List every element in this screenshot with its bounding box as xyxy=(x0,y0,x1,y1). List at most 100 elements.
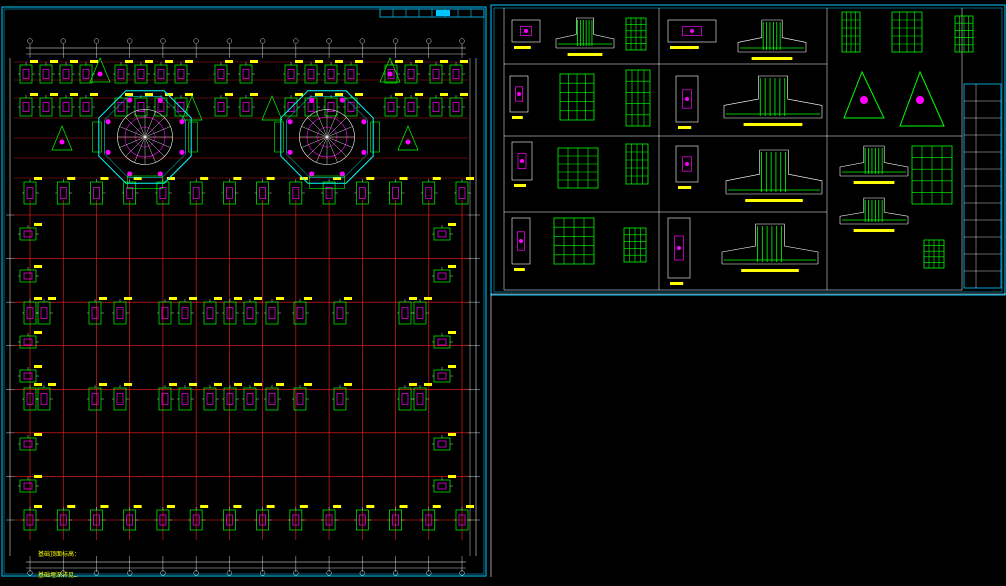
detail-section xyxy=(911,145,953,205)
footing xyxy=(383,60,403,84)
footing-plan-detail xyxy=(511,19,541,49)
footing xyxy=(87,383,107,411)
footing-elevation-detail xyxy=(725,149,823,202)
sheet-foundation-plan xyxy=(1,6,487,577)
footing xyxy=(222,383,242,411)
sheet-1-footings xyxy=(18,57,474,531)
footing xyxy=(213,93,233,117)
octagon-pit xyxy=(92,90,198,189)
footing xyxy=(403,60,423,84)
footing xyxy=(36,297,56,325)
footing xyxy=(323,60,343,84)
sheet-2-inner-frame xyxy=(493,7,1003,293)
footing xyxy=(121,177,142,205)
sheet-2-title-block xyxy=(963,83,1002,289)
footing xyxy=(428,60,448,84)
footing-elevation-detail xyxy=(839,197,909,232)
footing xyxy=(292,297,312,325)
footing-plan-detail xyxy=(511,141,533,187)
footing xyxy=(173,93,193,117)
footing xyxy=(254,177,275,205)
footing xyxy=(157,383,177,411)
footing xyxy=(242,383,262,411)
footing xyxy=(287,505,308,531)
footing xyxy=(177,297,197,325)
triangle-footing xyxy=(181,95,203,121)
sheet-1-frame xyxy=(1,6,487,577)
footing xyxy=(38,60,58,84)
footing xyxy=(58,93,78,117)
footing-plan-detail xyxy=(509,75,529,119)
footing xyxy=(202,297,222,325)
footing xyxy=(387,177,408,205)
sheet-1-dimensions xyxy=(6,38,480,576)
footing-elevation-detail xyxy=(723,75,823,126)
footing xyxy=(354,177,375,205)
footing xyxy=(238,60,258,84)
footing-plan-detail xyxy=(667,19,717,49)
footing-elevation-detail xyxy=(839,145,909,184)
footing xyxy=(332,297,352,325)
footing xyxy=(222,297,242,325)
footing xyxy=(321,505,342,531)
footing xyxy=(303,60,323,84)
footing xyxy=(36,383,56,411)
footing xyxy=(254,505,275,531)
footing xyxy=(88,505,109,531)
detail-section xyxy=(553,217,595,265)
sheet-1-octagon-pits xyxy=(92,90,380,189)
footing xyxy=(22,505,42,531)
footing xyxy=(343,60,363,84)
footing xyxy=(18,60,38,84)
footing xyxy=(432,223,456,241)
sheet-1-axis-grid xyxy=(14,61,468,540)
footing xyxy=(221,505,242,531)
footing xyxy=(22,383,42,411)
footing xyxy=(292,383,312,411)
detail-section xyxy=(623,227,647,263)
footing-elevation-detail xyxy=(721,223,819,272)
footing xyxy=(58,60,78,84)
note-line-1: 基础顶面标高： xyxy=(38,551,81,558)
footing xyxy=(78,60,98,84)
footing xyxy=(383,93,403,117)
detail-section xyxy=(891,11,923,53)
octagon-pit xyxy=(274,90,380,189)
detail-section xyxy=(557,147,599,189)
footing xyxy=(321,177,342,205)
detail-section xyxy=(625,69,651,127)
footing xyxy=(87,297,107,325)
footing-plan-detail xyxy=(675,75,699,129)
footing xyxy=(387,505,408,531)
footing-elevation-detail xyxy=(555,17,615,56)
cad-drawing-canvas[interactable] xyxy=(0,0,1006,577)
footing xyxy=(121,505,142,531)
footing xyxy=(153,60,173,84)
sheet-2-details xyxy=(509,11,974,285)
detail-section xyxy=(625,17,647,51)
detail-section xyxy=(625,143,649,185)
footing xyxy=(420,177,441,205)
footing xyxy=(188,505,209,531)
footing-elevation-detail xyxy=(737,19,807,60)
footing xyxy=(55,177,76,205)
detail-section xyxy=(841,11,861,53)
footing xyxy=(242,297,262,325)
sheet-foundation-details xyxy=(490,4,1006,577)
footing xyxy=(88,177,109,205)
detail-section xyxy=(923,239,945,269)
footing xyxy=(448,93,468,117)
foundation-plan-note: 基础顶面标高： 基础埋深详见… xyxy=(38,537,80,586)
footing xyxy=(78,93,98,117)
footing xyxy=(202,383,222,411)
triangle-footing xyxy=(261,95,283,121)
footing xyxy=(18,93,38,117)
footing xyxy=(238,93,258,117)
footing xyxy=(112,383,132,411)
footing-plan-detail xyxy=(511,217,531,271)
footing xyxy=(221,177,242,205)
detail-section xyxy=(559,73,595,121)
footing xyxy=(454,505,474,531)
footing xyxy=(283,60,303,84)
footing-plan-detail xyxy=(667,217,691,285)
